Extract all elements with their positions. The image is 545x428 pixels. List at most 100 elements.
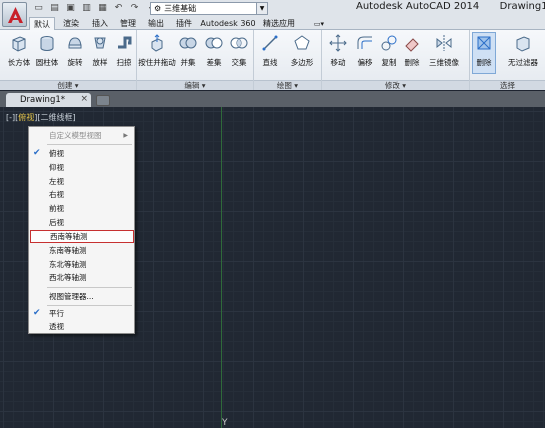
application-menu-button[interactable] — [2, 2, 27, 27]
copy-icon — [379, 33, 399, 53]
menu-item-top[interactable]: ✔ 俯视 — [29, 147, 134, 159]
offset-button[interactable]: 偏移 — [353, 33, 377, 68]
polygon-icon — [292, 33, 312, 53]
visual-style-control[interactable]: 二维线框 — [41, 113, 73, 122]
tab-featured-apps[interactable]: 精选应用 — [259, 17, 299, 30]
union-button[interactable]: 并集 — [176, 33, 200, 68]
line-icon — [260, 33, 280, 53]
top-label: 俯视 — [49, 148, 64, 158]
tab-drawing1[interactable]: Drawing1* × — [6, 93, 91, 107]
file-tab-bar: Drawing1* × — [0, 91, 545, 107]
plot-icon[interactable]: ▦ — [96, 2, 109, 14]
mirror3d-button[interactable]: 三维镜像 — [429, 33, 459, 68]
panel-create: 长方体 圆柱体 旋转 放样 扫掠 创建 ▾ — [0, 30, 137, 90]
menu-item-bottom[interactable]: 仰视 — [29, 161, 134, 173]
menu-separator — [47, 305, 132, 306]
view-manager-label: 视图管理器... — [49, 291, 94, 301]
autocad-logo-icon — [8, 7, 23, 23]
menu-item-parallel[interactable]: ✔ 平行 — [29, 307, 134, 319]
panel-edit-title[interactable]: 编辑 ▾ — [137, 80, 253, 90]
mirror3d-icon — [434, 33, 454, 53]
tab-insert[interactable]: 插入 — [87, 17, 113, 30]
menu-item-back[interactable]: 后视 — [29, 216, 134, 228]
ribbon-minimize-icon[interactable]: ▭▾ — [308, 17, 330, 30]
menu-item-se-iso[interactable]: 东南等轴测 — [29, 244, 134, 256]
title-bar: ▭ ▤ ▣ ▥ ▦ ↶ ↷ ▾ ⚙ 三维基础 ▼ Autodesk AutoCA… — [0, 0, 545, 17]
save-as-icon[interactable]: ▥ — [80, 2, 93, 14]
menu-item-custom-views[interactable]: 自定义模型视图 ▶ — [29, 129, 134, 141]
panel-modify-title[interactable]: 修改 ▾ — [322, 80, 469, 90]
revolve-button[interactable]: 旋转 — [63, 33, 87, 68]
cylinder-label: 圆柱体 — [35, 58, 59, 67]
menu-separator — [47, 144, 132, 145]
box-button[interactable]: 长方体 — [7, 33, 31, 68]
menu-item-ne-iso[interactable]: 东北等轴测 — [29, 258, 134, 270]
menu-item-view-manager[interactable]: 视图管理器... — [29, 290, 134, 302]
app-title: Autodesk AutoCAD 2014 — [356, 1, 480, 12]
no-filter-button[interactable]: 无过滤器 — [505, 33, 541, 68]
box-label: 长方体 — [7, 58, 31, 67]
sweep-label: 扫掠 — [116, 58, 132, 67]
menu-item-right[interactable]: 右视 — [29, 188, 134, 200]
undo-icon[interactable]: ↶ — [112, 2, 125, 14]
ucs-icon: Y — [222, 418, 228, 428]
document-title: Drawing1.dw — [499, 1, 545, 12]
subtract-button[interactable]: 差集 — [202, 33, 226, 68]
offset-icon — [355, 33, 375, 53]
copy-button[interactable]: 复制 — [377, 33, 401, 68]
view-control[interactable]: 俯视 — [18, 113, 34, 122]
new-file-icon[interactable]: ▭ — [32, 2, 45, 14]
cylinder-button[interactable]: 圆柱体 — [35, 33, 59, 68]
right-label: 右视 — [49, 189, 64, 199]
line-button[interactable]: 直线 — [258, 33, 282, 68]
quick-access-toolbar: ▭ ▤ ▣ ▥ ▦ ↶ ↷ ▾ — [32, 2, 157, 14]
parallel-label: 平行 — [49, 308, 64, 318]
open-file-icon[interactable]: ▤ — [48, 2, 61, 14]
offset-label: 偏移 — [357, 58, 373, 67]
ribbon-tab-bar: 默认 渲染 插入 管理 输出 插件 Autodesk 360 精选应用 ▭▾ — [0, 17, 545, 31]
viewport-control-close: ] — [72, 113, 76, 122]
culling-button[interactable]: 删除 — [472, 32, 496, 74]
close-icon[interactable]: × — [80, 94, 88, 104]
window-title: Autodesk AutoCAD 2014 Drawing1.dw — [356, 1, 545, 12]
front-label: 前视 — [49, 203, 64, 213]
se-iso-label: 东南等轴测 — [49, 245, 87, 255]
viewport-controls[interactable]: [-][俯视][二维线框] — [6, 112, 76, 123]
redo-icon[interactable]: ↷ — [128, 2, 141, 14]
panel-draw-title[interactable]: 绘图 ▾ — [254, 80, 321, 90]
erase-button[interactable]: 删除 — [400, 33, 424, 68]
panel-create-title[interactable]: 创建 ▾ — [0, 80, 136, 90]
menu-item-nw-iso[interactable]: 西北等轴测 — [29, 271, 134, 283]
save-icon[interactable]: ▣ — [64, 2, 77, 14]
move-button[interactable]: 移动 — [326, 33, 350, 68]
tab-autodesk-360[interactable]: Autodesk 360 — [199, 17, 257, 30]
loft-button[interactable]: 放样 — [88, 33, 112, 68]
cube-filter-icon — [513, 33, 533, 53]
mirror3d-label: 三维镜像 — [429, 58, 459, 67]
intersect-button[interactable]: 交集 — [227, 33, 251, 68]
erase-label: 删除 — [404, 58, 420, 67]
tab-render[interactable]: 渲染 — [58, 17, 84, 30]
menu-item-left[interactable]: 左视 — [29, 175, 134, 187]
workspace-value: 三维基础 — [164, 4, 197, 13]
culling-icon — [474, 33, 494, 53]
workspace-select[interactable]: ⚙ 三维基础 ▼ — [150, 2, 268, 15]
viewport-control-open: [-][ — [6, 113, 19, 122]
menu-item-perspective[interactable]: 透视 — [29, 320, 134, 332]
panel-select-title[interactable]: 选择 — [470, 80, 545, 90]
menu-item-front[interactable]: 前视 — [29, 202, 134, 214]
new-tab-button[interactable] — [96, 95, 110, 106]
presspull-button[interactable]: 按住并拖动 — [138, 33, 176, 68]
tab-default[interactable]: 默认 — [29, 17, 55, 31]
sweep-button[interactable]: 扫掠 — [112, 33, 136, 68]
menu-item-sw-iso[interactable]: 西南等轴测 — [30, 230, 134, 243]
culling-label: 删除 — [476, 58, 492, 67]
tab-manage[interactable]: 管理 — [115, 17, 141, 30]
polygon-button[interactable]: 多边形 — [290, 33, 314, 68]
left-label: 左视 — [49, 176, 64, 186]
copy-label: 复制 — [381, 58, 397, 67]
tab-plugins[interactable]: 插件 — [171, 17, 197, 30]
tab-output[interactable]: 输出 — [143, 17, 169, 30]
presspull-icon — [147, 33, 167, 53]
y-axis-line — [221, 107, 222, 428]
